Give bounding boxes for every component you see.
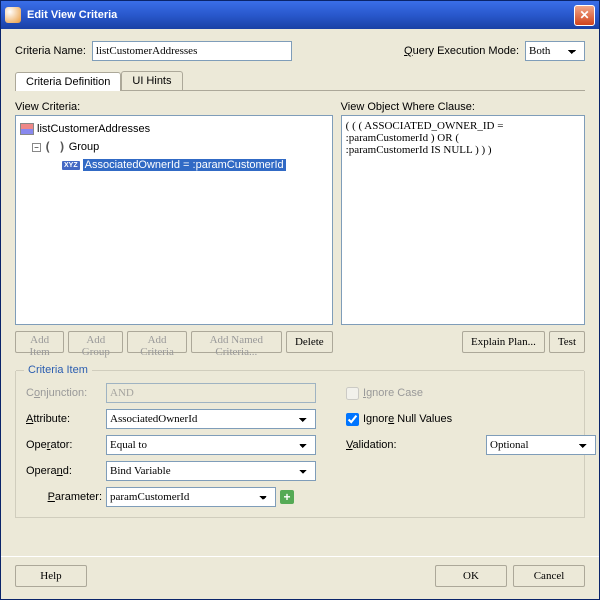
titlebar: Edit View Criteria ✕ xyxy=(1,1,599,29)
add-named-criteria-button: Add Named Criteria... xyxy=(191,331,282,353)
validation-select[interactable]: Optional xyxy=(486,435,596,455)
view-object-icon xyxy=(20,123,34,135)
delete-button[interactable]: Delete xyxy=(286,331,333,353)
parameter-select[interactable]: paramCustomerId xyxy=(106,487,276,507)
criteria-item-title: Criteria Item xyxy=(24,364,92,376)
operator-select[interactable]: Equal to xyxy=(106,435,316,455)
conjunction-select: AND xyxy=(106,383,316,403)
tree-root[interactable]: listCustomerAddresses xyxy=(20,120,328,138)
ignore-case-checkbox xyxy=(346,387,359,400)
tab-criteria-definition[interactable]: Criteria Definition xyxy=(15,72,121,91)
qem-select[interactable]: Both xyxy=(525,41,585,61)
group-icon: ( ) xyxy=(44,140,66,154)
tree-item-label: AssociatedOwnerId = :paramCustomerId xyxy=(83,159,286,171)
attribute-select[interactable]: AssociatedOwnerId xyxy=(106,409,316,429)
app-icon xyxy=(5,7,21,23)
add-criteria-button: Add Criteria xyxy=(127,331,186,353)
operand-label: Operand: xyxy=(26,465,106,477)
parameter-label: Parameter: xyxy=(26,491,106,503)
operator-label: Operator: xyxy=(26,439,106,451)
test-button[interactable]: Test xyxy=(549,331,585,353)
help-button[interactable]: Help xyxy=(15,565,87,587)
qem-label: Query Execution Mode: xyxy=(404,45,519,57)
explain-plan-button[interactable]: Explain Plan... xyxy=(462,331,545,353)
where-clause-text: ( ( ( ASSOCIATED_OWNER_ID = :paramCustom… xyxy=(346,120,580,156)
ok-button[interactable]: OK xyxy=(435,565,507,587)
where-clause-label: View Object Where Clause: xyxy=(341,101,585,113)
tab-ui-hints[interactable]: UI Hints xyxy=(121,71,182,90)
view-criteria-tree[interactable]: listCustomerAddresses − ( ) Group XYZ As… xyxy=(15,115,333,325)
add-group-button: Add Group xyxy=(68,331,123,353)
tree-item[interactable]: XYZ AssociatedOwnerId = :paramCustomerId xyxy=(20,156,328,174)
close-icon[interactable]: ✕ xyxy=(574,5,595,26)
criteria-item-group: Criteria Item Conjunction: AND Ignore Ca… xyxy=(15,371,585,518)
ignore-case-check: Ignore Case xyxy=(346,387,486,400)
ignore-null-checkbox[interactable] xyxy=(346,413,359,426)
tabs: Criteria Definition UI Hints xyxy=(15,71,585,91)
ignore-null-check[interactable]: Ignore Null Values xyxy=(346,413,486,426)
criteria-name-input[interactable] xyxy=(92,41,292,61)
add-parameter-icon[interactable]: + xyxy=(280,490,294,504)
window-title: Edit View Criteria xyxy=(27,9,117,21)
validation-label: Validation: xyxy=(346,439,486,451)
view-criteria-label: View Criteria: xyxy=(15,101,333,113)
where-clause-box: ( ( ( ASSOCIATED_OWNER_ID = :paramCustom… xyxy=(341,115,585,325)
operand-select[interactable]: Bind Variable xyxy=(106,461,316,481)
cancel-button[interactable]: Cancel xyxy=(513,565,585,587)
conjunction-label: Conjunction: xyxy=(26,387,106,399)
collapse-icon[interactable]: − xyxy=(32,143,41,152)
criteria-name-label: Criteria Name: xyxy=(15,45,86,57)
attribute-label: Attribute: xyxy=(26,413,106,425)
tree-group[interactable]: − ( ) Group xyxy=(20,138,328,156)
item-icon: XYZ xyxy=(62,161,80,170)
add-item-button: Add Item xyxy=(15,331,64,353)
